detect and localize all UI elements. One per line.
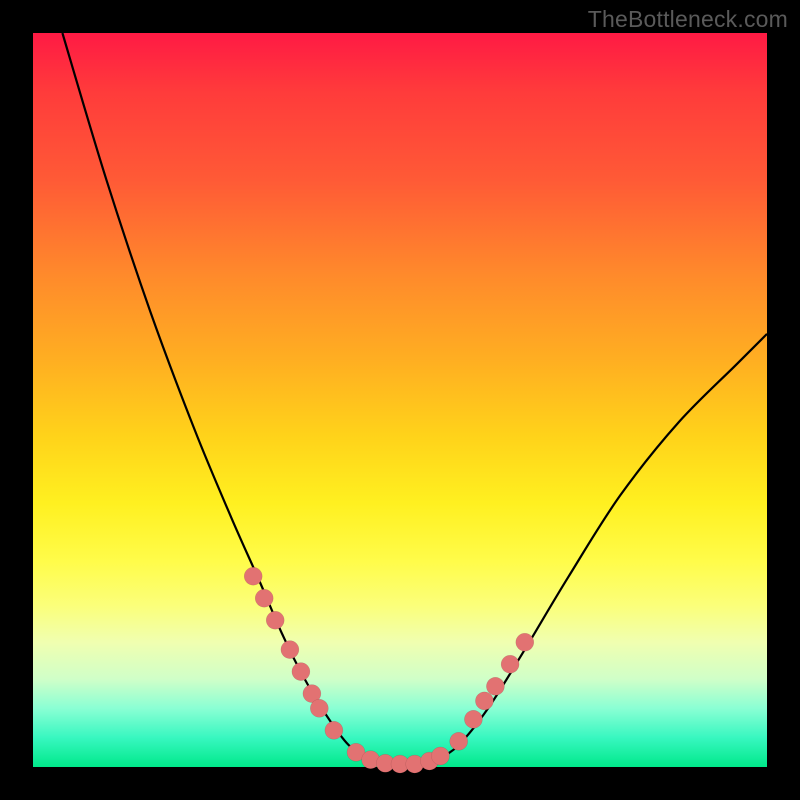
watermark-text: TheBottleneck.com bbox=[588, 6, 788, 33]
marker-dot bbox=[325, 721, 343, 739]
marker-dot bbox=[266, 611, 284, 629]
marker-dot bbox=[450, 732, 468, 750]
marker-dot bbox=[486, 677, 504, 695]
marker-dot bbox=[292, 663, 310, 681]
marker-dot bbox=[501, 655, 519, 673]
marker-dots bbox=[244, 567, 534, 773]
marker-dot bbox=[475, 692, 493, 710]
bottleneck-curve bbox=[62, 33, 767, 768]
marker-dot bbox=[516, 633, 534, 651]
marker-dot bbox=[244, 567, 262, 585]
marker-dot bbox=[281, 641, 299, 659]
marker-dot bbox=[255, 589, 273, 607]
chart-svg bbox=[33, 33, 767, 767]
marker-dot bbox=[464, 710, 482, 728]
plot-area bbox=[33, 33, 767, 767]
marker-dot bbox=[431, 747, 449, 765]
chart-container: TheBottleneck.com bbox=[0, 0, 800, 800]
marker-dot bbox=[310, 699, 328, 717]
